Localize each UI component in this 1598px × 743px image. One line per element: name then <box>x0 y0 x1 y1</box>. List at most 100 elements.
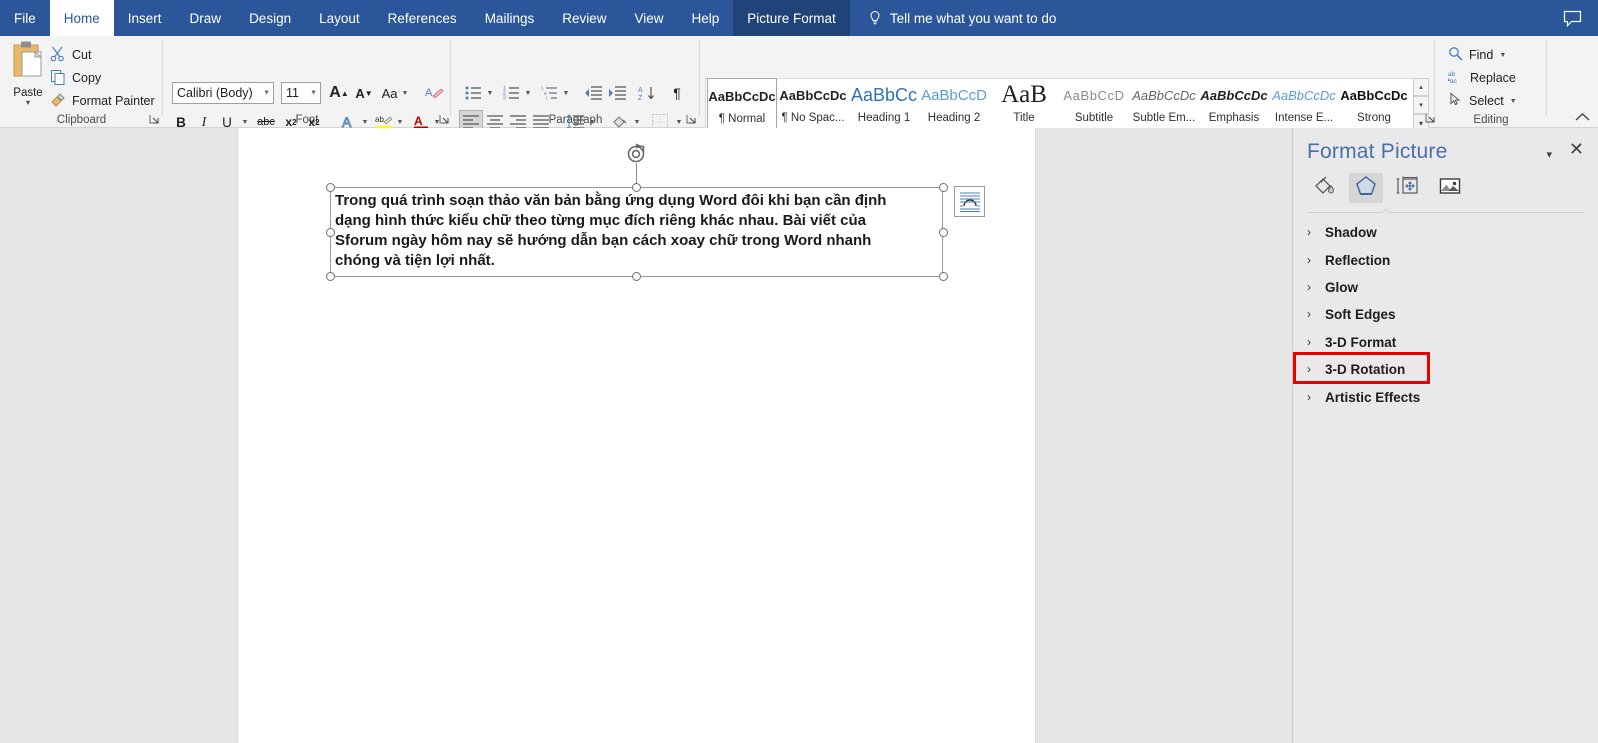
style-title[interactable]: AaB Title <box>989 78 1059 132</box>
pane-section-glow[interactable]: › Glow <box>1307 273 1585 301</box>
style-strong[interactable]: AaBbCcDc Strong <box>1339 78 1409 132</box>
style-subtle-emphasis[interactable]: AaBbCcDc Subtle Em... <box>1129 78 1199 132</box>
clear-formatting-button[interactable]: A <box>422 81 446 105</box>
clipboard-dialog-launcher[interactable] <box>148 112 160 124</box>
layout-size-icon <box>1396 174 1420 203</box>
paste-button[interactable]: Paste ▾ <box>4 40 52 116</box>
tab-layout[interactable]: Layout <box>305 0 374 36</box>
pane-tab-picture[interactable] <box>1433 173 1467 203</box>
styles-scroll-up-button[interactable]: ▴ <box>1413 78 1429 96</box>
text-box-content[interactable]: Trong quá trình soạn thảo văn bản bằng ứ… <box>335 191 920 271</box>
chevron-down-icon[interactable]: ▾ <box>26 99 30 107</box>
pane-tab-layout-properties[interactable] <box>1391 173 1425 203</box>
copy-button[interactable]: Copy <box>50 67 101 89</box>
paintbrush-icon <box>50 92 66 111</box>
styles-dialog-launcher[interactable] <box>1424 111 1436 123</box>
grow-font-button[interactable]: A ▲ <box>327 81 351 105</box>
style-heading-1[interactable]: AaBbCc Heading 1 <box>849 78 919 132</box>
chevron-right-icon: › <box>1307 335 1311 349</box>
resize-handle-bottom-right[interactable] <box>939 272 948 281</box>
replace-icon: ab ac <box>1447 69 1464 87</box>
pane-section-label: 3-D Format <box>1325 334 1397 350</box>
tab-mailings-label: Mailings <box>484 10 535 26</box>
chevron-down-icon[interactable]: ▼ <box>263 90 270 97</box>
pane-section-artistic-effects[interactable]: › Artistic Effects <box>1307 383 1585 411</box>
rotate-handle[interactable] <box>625 142 648 165</box>
cut-button[interactable]: Cut <box>50 44 91 66</box>
tab-home[interactable]: Home <box>49 0 114 36</box>
resize-handle-top-center[interactable] <box>632 183 641 192</box>
tab-draw-label: Draw <box>189 10 222 26</box>
font-name-combobox[interactable]: Calibri (Body) ▼ <box>172 82 274 104</box>
chevron-down-icon[interactable]: ▼ <box>1499 52 1506 59</box>
close-icon[interactable]: ✕ <box>1569 140 1584 158</box>
style-no-spacing[interactable]: AaBbCcDc ¶ No Spac... <box>778 78 848 132</box>
picture-icon <box>1438 174 1462 203</box>
replace-button[interactable]: ab ac Replace <box>1447 67 1516 89</box>
sort-button[interactable]: AZ <box>635 81 659 105</box>
resize-handle-bottom-center[interactable] <box>632 272 641 281</box>
tab-draw[interactable]: Draw <box>176 0 236 36</box>
selected-text-box[interactable]: Trong quá trình soạn thảo văn bản bằng ứ… <box>330 187 943 277</box>
style-emphasis[interactable]: AaBbCcDc Emphasis <box>1199 78 1269 132</box>
find-button[interactable]: Find ▼ <box>1448 44 1506 66</box>
pane-section-soft-edges[interactable]: › Soft Edges <box>1307 300 1585 328</box>
tell-me-search[interactable]: Tell me what you want to do <box>850 0 1069 36</box>
tab-insert[interactable]: Insert <box>114 0 176 36</box>
svg-text:A: A <box>638 87 643 94</box>
multilevel-list-caret[interactable]: ▼ <box>559 81 573 105</box>
select-button[interactable]: Select ▼ <box>1448 90 1517 112</box>
tab-picture-format[interactable]: Picture Format <box>733 0 850 36</box>
pane-section-3d-format[interactable]: › 3-D Format <box>1307 328 1585 356</box>
chevron-down-icon[interactable]: ▼ <box>1510 98 1517 105</box>
format-painter-button[interactable]: Format Painter <box>50 90 155 112</box>
pane-section-reflection[interactable]: › Reflection <box>1307 246 1585 274</box>
bullets-caret[interactable]: ▼ <box>483 81 497 105</box>
show-formatting-marks-button[interactable]: ¶ <box>665 81 689 105</box>
chevron-right-icon: › <box>1307 390 1311 404</box>
style-heading-2[interactable]: AaBbCcD Heading 2 <box>919 78 989 132</box>
style-intense-emphasis[interactable]: AaBbCcDc Intense E... <box>1269 78 1339 132</box>
collapse-ribbon-button[interactable] <box>1575 110 1590 125</box>
style-preview: AaBbCcD <box>1063 87 1125 103</box>
tab-references[interactable]: References <box>374 0 471 36</box>
tab-view[interactable]: View <box>620 0 677 36</box>
pane-section-shadow[interactable]: › Shadow <box>1307 218 1585 246</box>
tab-review[interactable]: Review <box>548 0 620 36</box>
pane-section-3d-rotation[interactable]: › 3-D Rotation <box>1307 355 1585 383</box>
decrease-indent-button[interactable] <box>581 81 605 105</box>
increase-indent-button[interactable] <box>605 81 629 105</box>
resize-handle-top-right[interactable] <box>939 183 948 192</box>
scroll-down-glyph: ▾ <box>1419 102 1423 109</box>
clipboard-group-label: Clipboard <box>56 114 107 126</box>
svg-text:ab: ab <box>375 115 384 124</box>
svg-text:ac: ac <box>1450 78 1458 84</box>
comment-icon[interactable] <box>1547 0 1598 36</box>
paragraph-dialog-launcher[interactable] <box>685 112 697 124</box>
group-separator <box>1546 40 1547 116</box>
pane-active-tab-notch <box>1378 204 1394 213</box>
pane-tab-effects[interactable] <box>1349 173 1383 203</box>
chevron-down-icon[interactable]: ▼ <box>310 90 317 97</box>
shrink-font-button[interactable]: A ▼ <box>352 81 376 105</box>
tab-design[interactable]: Design <box>235 0 305 36</box>
resize-handle-top-left[interactable] <box>326 183 335 192</box>
font-name-value: Calibri (Body) <box>177 86 253 100</box>
tab-help-label: Help <box>691 10 720 26</box>
style-name: Emphasis <box>1208 112 1260 124</box>
numbering-caret[interactable]: ▼ <box>521 81 535 105</box>
layout-options-button[interactable] <box>954 186 985 217</box>
change-case-button[interactable]: Aa ▼ <box>378 81 412 105</box>
resize-handle-bottom-left[interactable] <box>326 272 335 281</box>
tab-mailings[interactable]: Mailings <box>471 0 549 36</box>
style-subtitle[interactable]: AaBbCcD Subtitle <box>1059 78 1129 132</box>
tab-help[interactable]: Help <box>678 0 734 36</box>
style-normal[interactable]: AaBbCcDc ¶ Normal <box>707 78 777 132</box>
font-size-combobox[interactable]: 11 ▼ <box>281 82 321 104</box>
pane-menu-button[interactable]: ▾ <box>1546 148 1552 161</box>
resize-handle-middle-right[interactable] <box>939 228 948 237</box>
pane-tab-fill-line[interactable] <box>1307 173 1341 203</box>
tab-file[interactable]: File <box>0 0 50 36</box>
resize-handle-middle-left[interactable] <box>326 228 335 237</box>
pane-section-label: 3-D Rotation <box>1325 361 1406 377</box>
